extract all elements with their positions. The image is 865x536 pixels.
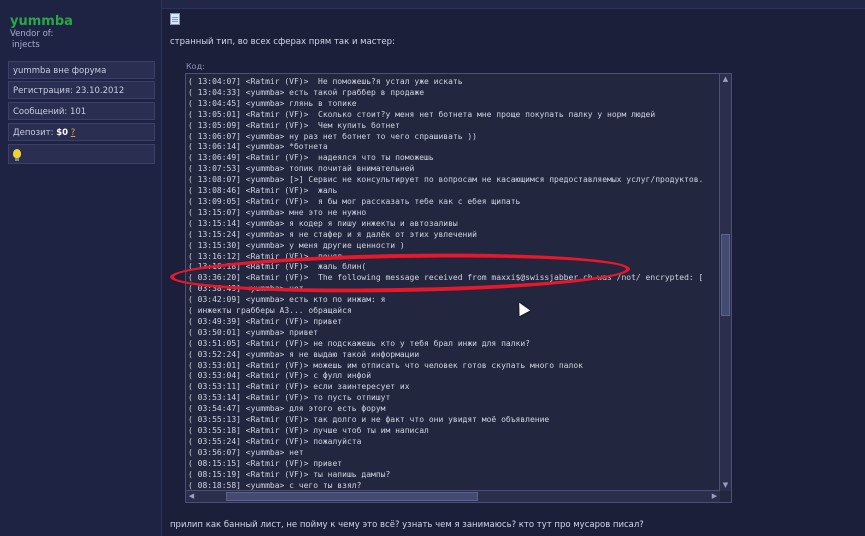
code-line: ( 13:09:05] <Ratmir (VF)> я бы мог расск… <box>188 196 521 206</box>
deposit-label: Депозит: <box>13 128 54 138</box>
code-line: ( 03:55:18] <Ratmir (VF)> лучше чтоб ты … <box>188 426 429 435</box>
code-line: ( инжекты грабберы АЗ... обращайся <box>188 306 352 316</box>
code-line: ( 13:05:01] <Ratmir (VF)> Сколько стоит?… <box>188 109 656 119</box>
code-line: ( 13:05:09] <Ratmir (VF)> Чем купить бот… <box>188 120 400 130</box>
user-status: yummba вне форума <box>13 66 107 76</box>
deposit-box: Депозит: $0 ? <box>8 123 155 141</box>
code-line: ( 03:51:05] <Ratmir (VF)> не подскажешь … <box>188 338 530 348</box>
code-line: ( 13:04:07] <Ratmir (VF)> Не поможешь?я … <box>188 77 463 86</box>
code-line: ( 13:04:45] <yummba> глянь в топике <box>188 98 357 108</box>
code-line: ( 03:54:47] <yummba> для этого есть фору… <box>188 404 386 414</box>
code-line: ( 08:15:19] <Ratmir (VF)> ты напишь дамп… <box>188 469 391 479</box>
scroll-right-icon[interactable]: ▶ <box>709 491 720 502</box>
code-line: ( 13:06:49] <Ratmir (VF)> надеялся что т… <box>188 153 434 163</box>
code-line: ( 03:55:13] <Ratmir (VF)> так долго и не… <box>188 415 550 425</box>
post-document-icon <box>170 13 180 25</box>
lightbulb-icon <box>13 149 21 161</box>
code-line: ( 03:53:11] <Ratmir (VF)> если заинтерес… <box>188 382 410 392</box>
user-sidebar: yummba Vendor of: injects yummba вне фор… <box>0 0 162 536</box>
user-title-line: Vendor of: <box>10 29 54 39</box>
registration-box: Регистрация: 23.10.2012 <box>8 81 155 99</box>
username-link[interactable]: yummba <box>10 14 73 29</box>
user-title: Vendor of: injects <box>10 29 150 51</box>
code-line: ( 13:15:30] <yummba> у меня другие ценно… <box>188 240 405 250</box>
user-status-box: yummba вне форума <box>8 61 155 79</box>
user-title-line: injects <box>12 40 40 50</box>
horizontal-scroll-thumb[interactable] <box>226 492 478 501</box>
code-line: ( 03:52:24] <yummba> я не выдаю такой ин… <box>188 349 420 359</box>
code-line: ( 13:04:33] <yummba> есть такой граббер … <box>188 87 425 97</box>
scroll-down-icon[interactable]: ▼ <box>720 480 731 491</box>
scroll-left-icon[interactable]: ◀ <box>186 491 197 502</box>
code-line: ( 13:08:46] <Ratmir (VF)> жаль <box>188 186 338 196</box>
code-line: ( 03:42:09] <yummba> есть кто по инжам: … <box>188 295 386 305</box>
registration-date: Регистрация: 23.10.2012 <box>13 86 125 96</box>
code-line: ( 13:06:07] <yummba> ну раз нет ботнет т… <box>188 131 477 141</box>
scroll-up-icon[interactable]: ▲ <box>720 74 731 85</box>
code-line: ( 13:15:24] <yummba> я не стафер и я дал… <box>188 229 477 239</box>
code-line: ( 13:15:07] <yummba> мне это не нужно <box>188 207 367 217</box>
code-label: Код: <box>186 62 205 71</box>
code-line: ( 03:53:01] <Ratmir (VF)> можешь им отпи… <box>188 360 583 370</box>
reputation-box <box>8 144 155 164</box>
code-line: ( 03:55:24] <Ratmir (VF)> пожалуйста <box>188 436 362 446</box>
code-line: ( 13:06:14] <yummba> *ботнета <box>188 142 328 152</box>
code-line: ( 03:50:01] <yummba> привет <box>188 327 319 337</box>
post-header-bar <box>162 0 865 9</box>
code-line: ( 13:15:14] <yummba> я кодер я пишу инже… <box>188 218 458 228</box>
code-line: ( 03:53:04] <Ratmir (VF)> с фулл инфой <box>188 371 372 381</box>
message-count: Сообщений: 101 <box>13 107 87 117</box>
code-line: ( 03:49:39] <Ratmir (VF)> привет <box>188 316 343 326</box>
code-line: ( 03:56:07] <yummba> нет <box>188 447 304 457</box>
code-line: ( 03:53:14] <Ratmir (VF)> то пусть отпиш… <box>188 393 391 403</box>
code-line: ( 13:08:07] <yummba> [>] Сервис не консу… <box>188 175 704 185</box>
code-line: ( 08:15:15] <Ratmir (VF)> привет <box>188 458 343 468</box>
horizontal-scrollbar[interactable]: ◀ ▶ <box>186 490 720 502</box>
messages-box: Сообщений: 101 <box>8 102 155 120</box>
deposit-value: $0 <box>56 128 69 138</box>
vertical-scrollbar[interactable]: ▲ ▼ <box>719 74 731 491</box>
post-intro-text: странный тип, во всех сферах прям так и … <box>170 37 395 47</box>
post-outro-text: прилип как банный лист, не пойму к чему … <box>170 520 644 530</box>
deposit-help-link[interactable]: ? <box>71 128 76 138</box>
code-line: ( 13:07:53] <yummba> топик почитай внима… <box>188 164 415 174</box>
vertical-scroll-thumb[interactable] <box>721 234 730 316</box>
